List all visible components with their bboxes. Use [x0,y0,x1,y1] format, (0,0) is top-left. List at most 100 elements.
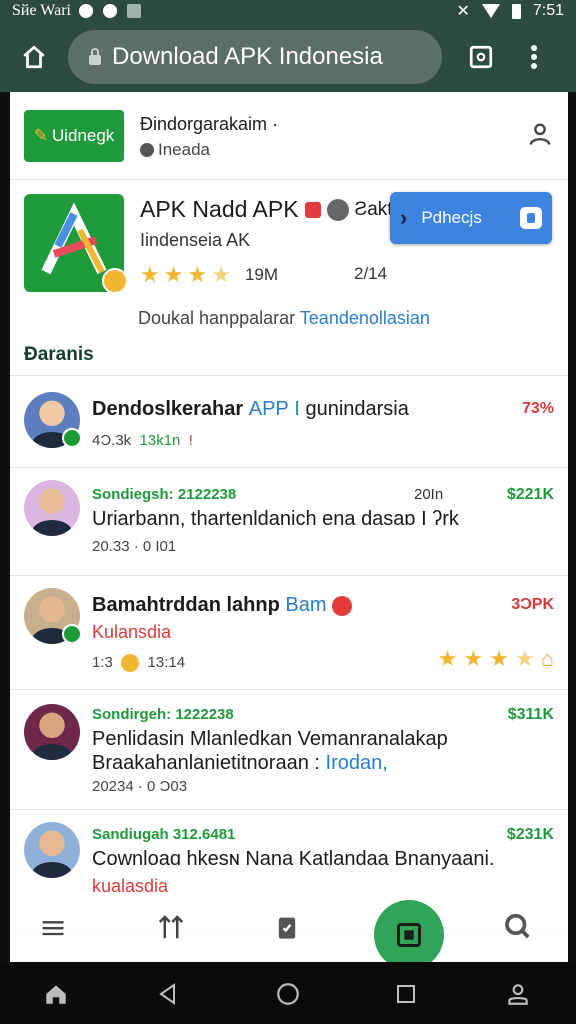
download-box-icon [520,207,542,229]
status-bar: Sйe Wari ✕ 7:51 [0,0,576,22]
site-name: Ðindorgarakaim · [140,114,278,135]
app-rating: ★ ★ ★ ★ 19M [140,264,278,286]
sys-account-button[interactable] [504,980,532,1008]
home-icon [23,45,45,69]
sys-home-circle-button[interactable] [274,980,302,1008]
star-icon: ★ [489,646,509,671]
list-item[interactable]: Sondirgeh: 1222238 Penlidasin Mlanledkan… [10,690,568,810]
app-description-link[interactable]: Teandenollasian [300,308,430,328]
sys-recents-button[interactable] [392,980,420,1008]
star-half-icon: ★ [211,262,231,287]
item-price: $221K [506,486,554,503]
verified-badge-icon [326,198,349,221]
download-button[interactable]: › Pdhecjs [390,192,552,244]
site-location-text: Ineada [158,140,210,159]
item-meta: 1:3 13:14 [92,654,186,673]
nav-clipboard-button[interactable] [270,910,304,944]
sync-icon [102,4,117,18]
sys-home-button[interactable] [42,980,70,1008]
item-text: Uriarbann, thartenldanich ena dasaɒ I ʔr… [92,508,459,530]
web-page: ✎ Uidnegk Ðindorgarakaim · Ineada APK Na… [10,92,568,962]
list-item[interactable]: Dendoslkerahar APP I gunindarsia 4Ɔ.3k 1… [10,376,568,468]
list-item[interactable]: Bamahtrddan lahnp Bam Kulansdia 1:3 13:1… [10,576,568,690]
site-logo-text: Uidnegk [51,126,115,145]
home-icon [46,985,66,1004]
url-text: Download APK Indonesia [112,43,383,70]
site-logo[interactable]: ✎ Uidnegk [24,110,124,162]
item-title-text: Dendoslkerahar [92,398,244,420]
item-title-tail: gunindarsia [305,398,409,420]
sys-back-button[interactable] [154,980,182,1008]
leaf-icon: ✎ [33,126,48,145]
item-meta-left: 1:3 [92,654,113,671]
menu-icon [42,921,64,936]
app-list: Dendoslkerahar APP I gunindarsia 4Ɔ.3k 1… [10,376,568,930]
gallery-icon [126,4,141,18]
star-icon: ★ [437,646,458,671]
sort-icon [158,915,184,939]
item-meta: 20.33 · 0 I01 [92,538,177,555]
clipboard-icon [278,917,296,939]
item-text-2-main: Braakahanlanietitnoraan : [92,752,320,774]
app-size: 19M [244,265,279,284]
nav-apps-fab[interactable] [374,900,444,962]
nav-search-button[interactable] [500,910,534,944]
avatar [24,480,80,536]
nav-sort-button[interactable] [154,910,188,944]
site-name-text: Ðindorgarakaim [140,114,268,134]
item-title-separator: I [294,398,300,420]
item-text-2-link[interactable]: Irodan, [326,752,388,774]
lock-icon [88,48,102,66]
carrier-text: Sйe Wari [12,2,71,19]
flag-badge-icon [304,201,321,218]
tab-switcher-button[interactable] [466,42,496,72]
item-rating: ★ ★ ★ ★ ⌂ [438,648,554,670]
mute-icon: ✕ [456,3,470,20]
item-meta-mark: ǃ [188,432,193,449]
search-icon [505,913,530,939]
item-text: Penlidasin Mlanledkan Vemanranalakap [92,728,448,750]
item-meta-right: 13:14 [147,654,186,671]
app-bottom-nav [10,892,568,962]
recents-icon [397,985,415,1003]
chevron-right-icon: › [400,205,408,230]
item-title-app: Bam [285,594,327,616]
item-meta: 4Ɔ.3k 13k1n ǃ [92,432,193,449]
verified-icon [62,624,82,644]
nav-menu-button[interactable] [36,910,70,944]
account-button[interactable] [526,120,554,148]
item-title: Dendoslkerahar APP I gunindarsia [92,398,409,421]
app-icon[interactable] [24,194,128,294]
site-location: Ineada [140,140,210,160]
item-title: Bamahtrddan lahnp Bam [92,594,353,617]
item-tag: Sandiugah 312.6481 [92,826,236,843]
item-price: 3ƆPK [511,596,554,613]
item-price: 73% [521,400,554,417]
item-title-text: Bamahtrddan lahnp [92,594,280,616]
coin-icon [121,654,140,673]
star-icon: ★ [140,262,160,287]
star-icon: ★ [514,646,535,671]
section-title: Ðaranis [24,344,94,365]
app-version: 2/14 [354,264,388,283]
home-button[interactable] [0,22,68,92]
badge-icon [332,595,353,616]
address-bar[interactable]: Download APK Indonesia [68,30,442,84]
battery-icon [511,3,521,19]
back-icon [159,983,175,1005]
site-header: ✎ Uidnegk Ðindorgarakaim · Ineada [10,92,568,180]
browser-toolbar: Download APK Indonesia [0,22,576,92]
home-circle-icon [277,983,299,1005]
app-title-tail: Ƨakt [354,198,393,220]
star-icon: ★ [163,262,184,287]
app-developer: Iindenseia AK [140,230,251,250]
overflow-menu-button[interactable] [524,42,544,72]
location-pin-icon [140,143,154,157]
list-item[interactable]: Sondiegsh: 2122238 20In Uriarbann, thart… [10,468,568,576]
item-meta: 20234 · 0 Ɔ03 [92,778,188,795]
user-icon [529,123,551,145]
site-name-suffix: · [272,114,279,134]
item-meta-count: 4Ɔ.3k [92,432,132,449]
house-icon: ⌂ [540,646,554,671]
item-subtitle: Kulansdia [92,622,172,642]
